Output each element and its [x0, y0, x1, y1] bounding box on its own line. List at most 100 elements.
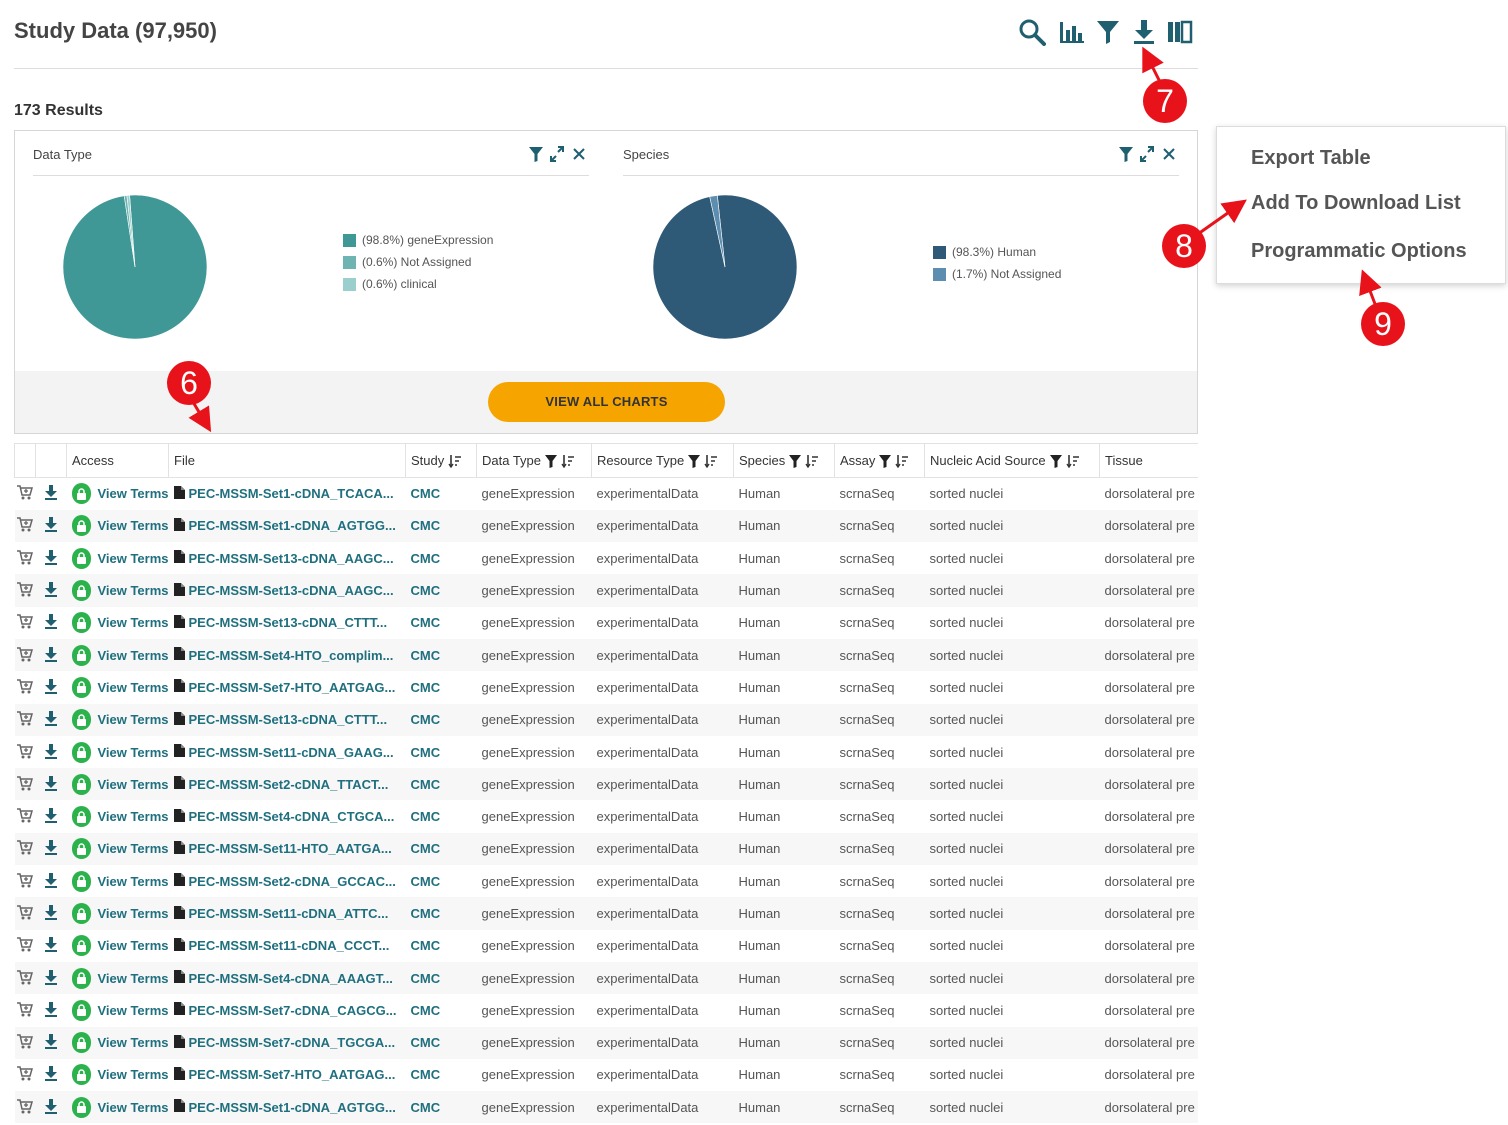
file-link[interactable]: PEC-MSSM-Set7-HTO_AATGAG...: [189, 680, 396, 695]
view-terms-link[interactable]: View Terms: [97, 486, 168, 501]
study-cell[interactable]: CMC: [405, 703, 477, 736]
add-to-cart-icon[interactable]: [14, 994, 36, 1027]
view-terms-link[interactable]: View Terms: [97, 874, 168, 889]
filter-icon[interactable]: [789, 454, 802, 468]
file-link[interactable]: PEC-MSSM-Set7-cDNA_TGCGA...: [189, 1035, 396, 1050]
add-to-cart-icon[interactable]: [14, 735, 36, 769]
header-tissue[interactable]: Tissue: [1099, 443, 1198, 478]
add-to-cart-icon[interactable]: [14, 638, 36, 672]
study-cell[interactable]: CMC: [405, 638, 477, 672]
view-terms-link[interactable]: View Terms: [97, 1035, 168, 1050]
download-icon[interactable]: [35, 735, 67, 769]
study-cell[interactable]: CMC: [405, 994, 477, 1027]
download-icon[interactable]: [35, 800, 67, 833]
download-icon[interactable]: [35, 477, 67, 510]
header-study[interactable]: Study: [405, 443, 477, 478]
add-to-cart-icon[interactable]: [14, 897, 36, 930]
download-icon[interactable]: [35, 1026, 67, 1059]
header-nucleic-acid-source[interactable]: Nucleic Acid Source: [924, 443, 1100, 478]
menu-item-add-to-download-list[interactable]: Add To Download List: [1251, 192, 1461, 215]
study-cell[interactable]: CMC: [405, 1091, 477, 1124]
download-icon[interactable]: [1132, 18, 1156, 46]
add-to-cart-icon[interactable]: [14, 1091, 36, 1124]
study-cell[interactable]: CMC: [405, 832, 477, 866]
download-icon[interactable]: [35, 542, 67, 575]
view-terms-link[interactable]: View Terms: [97, 712, 168, 727]
download-icon[interactable]: [35, 574, 67, 607]
add-to-cart-icon[interactable]: [14, 606, 36, 639]
file-link[interactable]: PEC-MSSM-Set11-cDNA_ATTC...: [189, 906, 389, 921]
add-to-cart-icon[interactable]: [14, 961, 36, 995]
filter-icon[interactable]: [1049, 454, 1062, 468]
filter-icon[interactable]: [545, 454, 558, 468]
study-cell[interactable]: CMC: [405, 509, 477, 543]
file-link[interactable]: PEC-MSSM-Set11-cDNA_GAAG...: [189, 745, 394, 760]
study-cell[interactable]: CMC: [405, 671, 477, 704]
sort-icon[interactable]: [704, 454, 718, 468]
file-link[interactable]: PEC-MSSM-Set11-HTO_AATGA...: [189, 841, 392, 856]
file-link[interactable]: PEC-MSSM-Set1-cDNA_AGTGG...: [189, 518, 396, 533]
study-cell[interactable]: CMC: [405, 574, 477, 607]
file-link[interactable]: PEC-MSSM-Set4-HTO_complim...: [189, 648, 394, 663]
study-cell[interactable]: CMC: [405, 768, 477, 801]
file-link[interactable]: PEC-MSSM-Set13-cDNA_CTTT...: [189, 712, 388, 727]
add-to-cart-icon[interactable]: [14, 509, 36, 543]
file-link[interactable]: PEC-MSSM-Set4-cDNA_CTGCA...: [189, 809, 395, 824]
header-assay[interactable]: Assay: [834, 443, 925, 478]
header-file[interactable]: File: [168, 443, 406, 478]
add-to-cart-icon[interactable]: [14, 865, 36, 898]
download-icon[interactable]: [35, 961, 67, 995]
header-species[interactable]: Species: [733, 443, 835, 478]
add-to-cart-icon[interactable]: [14, 671, 36, 704]
download-icon[interactable]: [35, 1091, 67, 1124]
download-icon[interactable]: [35, 1058, 67, 1092]
study-cell[interactable]: CMC: [405, 477, 477, 510]
file-link[interactable]: PEC-MSSM-Set11-cDNA_CCCT...: [189, 938, 390, 953]
header-resource-type[interactable]: Resource Type: [591, 443, 734, 478]
file-link[interactable]: PEC-MSSM-Set2-cDNA_GCCAC...: [189, 874, 396, 889]
columns-icon[interactable]: [1166, 18, 1194, 46]
close-icon[interactable]: [1162, 145, 1176, 163]
sort-icon[interactable]: [561, 454, 575, 468]
add-to-cart-icon[interactable]: [14, 477, 36, 510]
view-terms-link[interactable]: View Terms: [97, 1067, 168, 1082]
study-cell[interactable]: CMC: [405, 1058, 477, 1092]
file-link[interactable]: PEC-MSSM-Set1-cDNA_TCACA...: [189, 486, 394, 501]
add-to-cart-icon[interactable]: [14, 768, 36, 801]
add-to-cart-icon[interactable]: [14, 832, 36, 866]
download-icon[interactable]: [35, 897, 67, 930]
study-cell[interactable]: CMC: [405, 800, 477, 833]
download-icon[interactable]: [35, 832, 67, 866]
header-data-type[interactable]: Data Type: [476, 443, 592, 478]
view-terms-link[interactable]: View Terms: [97, 648, 168, 663]
view-terms-link[interactable]: View Terms: [97, 809, 168, 824]
download-icon[interactable]: [35, 671, 67, 704]
add-to-cart-icon[interactable]: [14, 542, 36, 575]
study-cell[interactable]: CMC: [405, 865, 477, 898]
view-all-charts-button[interactable]: VIEW ALL CHARTS: [488, 382, 725, 422]
download-icon[interactable]: [35, 929, 67, 962]
file-link[interactable]: PEC-MSSM-Set13-cDNA_AAGC...: [189, 583, 394, 598]
add-to-cart-icon[interactable]: [14, 574, 36, 607]
view-terms-link[interactable]: View Terms: [97, 583, 168, 598]
view-terms-link[interactable]: View Terms: [97, 777, 168, 792]
download-icon[interactable]: [35, 994, 67, 1027]
view-terms-link[interactable]: View Terms: [97, 938, 168, 953]
download-icon[interactable]: [35, 865, 67, 898]
search-icon[interactable]: [1018, 18, 1046, 46]
bar-chart-icon[interactable]: [1058, 18, 1086, 46]
download-icon[interactable]: [35, 606, 67, 639]
file-link[interactable]: PEC-MSSM-Set2-cDNA_TTACT...: [189, 777, 389, 792]
sort-icon[interactable]: [1066, 454, 1080, 468]
file-link[interactable]: PEC-MSSM-Set13-cDNA_AAGC...: [189, 551, 394, 566]
filter-icon[interactable]: [529, 145, 543, 163]
study-cell[interactable]: CMC: [405, 961, 477, 995]
download-icon[interactable]: [35, 768, 67, 801]
study-cell[interactable]: CMC: [405, 735, 477, 769]
expand-icon[interactable]: [1139, 145, 1155, 163]
add-to-cart-icon[interactable]: [14, 1026, 36, 1059]
menu-item-programmatic-options[interactable]: Programmatic Options: [1251, 240, 1467, 263]
add-to-cart-icon[interactable]: [14, 703, 36, 736]
download-icon[interactable]: [35, 509, 67, 543]
add-to-cart-icon[interactable]: [14, 800, 36, 833]
